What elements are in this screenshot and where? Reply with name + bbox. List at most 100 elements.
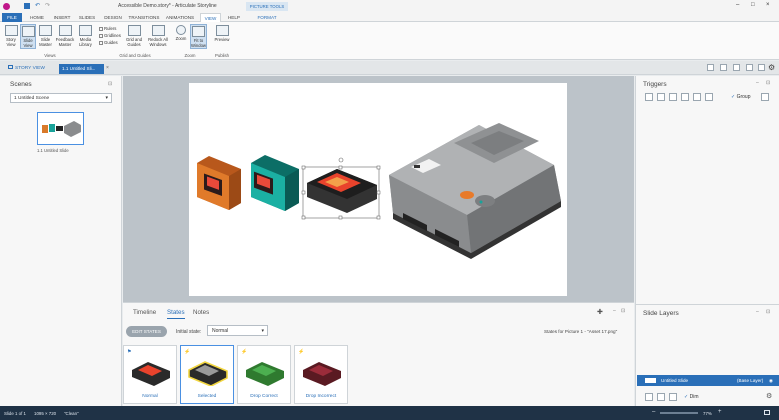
zoom-value: 77% [703,411,712,416]
tab-notes[interactable]: Notes [193,309,209,316]
save-icon[interactable] [24,3,30,9]
new-layer-icon[interactable] [645,393,653,401]
add-state-icon[interactable]: ✚ [597,308,603,316]
rotate-handle-icon[interactable] [338,157,344,163]
minimize-icon[interactable]: – [736,2,739,8]
slide-master-button[interactable]: Slide Master [37,25,54,47]
new-trigger-icon[interactable] [645,93,653,101]
gridlines-checkbox[interactable]: Gridlines [99,33,121,38]
zoom-slider[interactable] [660,412,698,414]
rulers-checkbox[interactable]: Rulers [99,26,116,31]
initial-state-dropdown[interactable]: Normal ▾ [207,325,268,336]
initial-flag-icon: ⚑ [127,349,132,355]
layout-icon-3[interactable] [733,64,740,71]
delete-trigger-icon[interactable] [693,93,701,101]
edit-trigger-icon[interactable] [657,93,665,101]
paste-trigger-icon[interactable] [681,93,689,101]
base-layer-row[interactable]: Untitled Slide (Base Layer) ◉ [637,375,779,386]
fit-icon[interactable] [764,410,770,415]
preview-button[interactable]: Preview [212,25,232,42]
layers-pin-icon[interactable]: ⊡ [766,309,770,315]
story-view-tab[interactable]: STORY VIEW [8,64,45,73]
slide-thumbnail[interactable] [37,112,84,145]
redock-windows-button[interactable]: Redock All Windows [147,25,169,47]
close-icon[interactable]: × [766,2,770,8]
slide-view-button[interactable]: Slide View [20,24,36,49]
layout-icon-1[interactable] [707,64,714,71]
slide-layers-panel: Slide Layers – ⊡ Untitled Slide (Base La… [635,304,779,406]
initial-state-label: Initial state: [176,329,202,335]
panel-minimize-icon[interactable]: – [613,308,616,314]
state-label-selected: Selected [197,394,217,399]
duplicate-layer-icon[interactable] [657,393,665,401]
state-selected-thumb [188,361,228,386]
group-checkbox[interactable]: ✓ Group [731,94,751,100]
fit-to-window-label: Fit to Window [191,38,206,48]
tab-help[interactable]: HELP [224,13,244,22]
story-tab-icon [8,65,13,69]
layout-icon-2[interactable] [720,64,727,71]
media-library-button[interactable]: Media Library [77,25,94,47]
zoom-out-icon[interactable]: – [652,409,655,415]
tab-format[interactable]: FORMAT [246,13,288,22]
state-card-selected[interactable]: ⚡ Selected [180,345,234,404]
settings-gear-icon[interactable]: ⚙ [768,63,775,72]
undo-icon[interactable]: ↶ [35,2,40,9]
grid-and-guides-label: Grid and Guides [125,37,143,47]
grid-and-guides-button[interactable]: Grid and Guides [123,25,145,47]
base-layer-name: Untitled Slide [661,378,689,383]
triggers-menu-icon[interactable] [761,93,769,101]
tab-home[interactable]: HOME [26,13,48,22]
zoom-button[interactable]: Zoom [173,25,189,41]
lightning-icon: ⚡ [241,349,248,355]
slide-master-label: Slide Master [39,37,52,47]
game-console-image[interactable] [389,123,561,259]
slide-artwork [197,123,561,259]
state-card-drop-incorrect[interactable]: ⚡ Drop Incorrect [294,345,348,404]
tab-design[interactable]: DESIGN [102,13,124,22]
scene-dropdown[interactable]: 1 Untitled Scene ▾ [10,93,112,103]
delete-layer-icon[interactable] [669,393,677,401]
dim-label: Dim [689,394,699,400]
black-cartridge-image[interactable] [307,169,377,213]
state-card-drop-correct[interactable]: ⚡ Drop Correct [237,345,291,404]
tab-view[interactable]: VIEW [200,13,221,22]
tab-slides[interactable]: SLIDES [76,13,98,22]
layout-icon-4[interactable] [746,64,753,71]
guides-checkbox[interactable]: Guides [99,40,118,45]
feedback-master-button[interactable]: Feedback Master [55,25,75,47]
redo-icon[interactable]: ↷ [45,2,50,9]
zoom-in-icon[interactable]: + [718,409,722,415]
story-view-icon [4,25,18,36]
triggers-pin-icon[interactable]: ⊡ [766,80,770,86]
tab-states[interactable]: States [167,309,185,316]
triggers-panel: Triggers – ⊡ ✓ Group [635,76,779,304]
teal-cartridge-image[interactable] [251,155,299,211]
panel-pin-icon[interactable]: ⊡ [621,308,625,314]
slide-tab[interactable]: 1.1 Untitled Sli... [59,64,104,74]
tab-timeline[interactable]: Timeline [133,309,156,316]
state-card-normal[interactable]: ⚑ Normal [123,345,177,404]
tab-transitions[interactable]: TRANSITIONS [127,13,161,22]
layer-settings-gear-icon[interactable]: ⚙ [766,392,772,400]
scenes-panel-pin-icon[interactable]: ⊡ [108,81,112,87]
layers-minimize-icon[interactable]: – [756,309,759,315]
dim-checkbox[interactable]: ✓ Dim [684,394,698,400]
eye-icon[interactable]: ◉ [769,375,773,386]
slide-tab-close-icon[interactable]: × [106,65,109,71]
triggers-minimize-icon[interactable]: – [756,80,759,86]
story-view-button[interactable]: Story View [3,25,19,47]
edit-states-button[interactable]: EDIT STATES [126,326,167,337]
copy-trigger-icon[interactable] [669,93,677,101]
media-library-label: Media Library [79,37,92,47]
move-trigger-icon[interactable] [705,93,713,101]
maximize-icon[interactable]: □ [751,2,755,8]
orange-cartridge-image[interactable] [197,156,241,210]
tab-file[interactable]: FILE [2,13,22,22]
group-zoom: Zoom [184,53,196,58]
fit-to-window-button[interactable]: Fit to Window [190,24,207,49]
grid-icon [127,25,141,36]
tab-animations[interactable]: ANIMATIONS [163,13,197,22]
tab-insert[interactable]: INSERT [51,13,73,22]
layout-icon-5[interactable] [758,64,765,71]
